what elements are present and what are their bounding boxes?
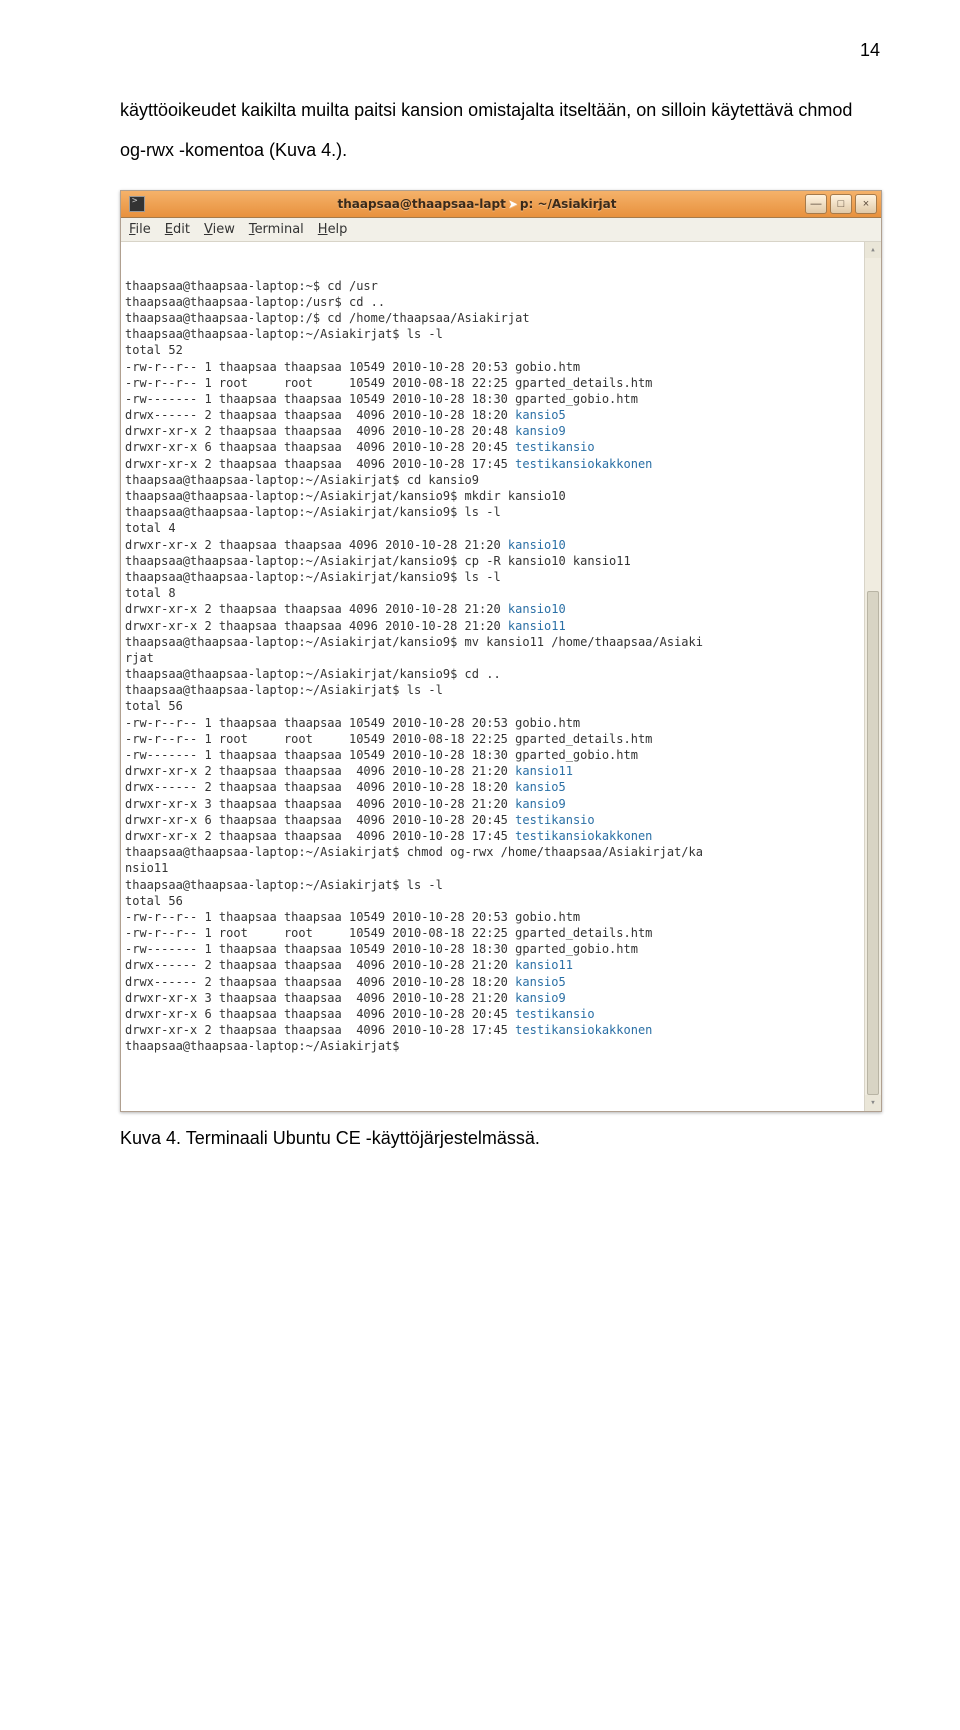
directory-name: kansio5 [515,975,566,989]
directory-name: kansio5 [515,408,566,422]
terminal-line: thaapsaa@thaapsaa-laptop:~/Asiakirjat$ [125,1038,859,1054]
window-titlebar[interactable]: thaapsaa@thaapsaa-lapt➤p: ~/Asiakirjat —… [121,191,881,218]
window-title: thaapsaa@thaapsaa-lapt➤p: ~/Asiakirjat [149,197,805,212]
terminal-line: -rw-r--r-- 1 root root 10549 2010-08-18 … [125,375,859,391]
terminal-line: -rw------- 1 thaapsaa thaapsaa 10549 201… [125,941,859,957]
terminal-line: -rw-r--r-- 1 thaapsaa thaapsaa 10549 201… [125,359,859,375]
terminal-line: total 56 [125,698,859,714]
body-paragraph: käyttöoikeudet kaikilta muilta paitsi ka… [120,91,880,170]
terminal-line: thaapsaa@thaapsaa-laptop:~/Asiakirjat$ c… [125,472,859,488]
terminal-window: thaapsaa@thaapsaa-lapt➤p: ~/Asiakirjat —… [120,190,882,1112]
terminal-line: -rw------- 1 thaapsaa thaapsaa 10549 201… [125,391,859,407]
menu-edit[interactable]: Edit [165,222,190,237]
terminal-line: thaapsaa@thaapsaa-laptop:~/Asiakirjat$ l… [125,682,859,698]
terminal-line: thaapsaa@thaapsaa-laptop:/usr$ cd .. [125,294,859,310]
window-title-suffix: p: ~/Asiakirjat [520,197,617,211]
scroll-track[interactable] [865,258,881,1095]
terminal-line: drwxr-xr-x 6 thaapsaa thaapsaa 4096 2010… [125,812,859,828]
terminal-line: drwxr-xr-x 2 thaapsaa thaapsaa 4096 2010… [125,763,859,779]
directory-name: kansio11 [508,619,566,633]
document-page: 14 käyttöoikeudet kaikilta muilta paitsi… [0,0,960,1209]
directory-name: kansio11 [515,764,573,778]
terminal-line: drwxr-xr-x 2 thaapsaa thaapsaa 4096 2010… [125,618,859,634]
terminal-line: -rw-r--r-- 1 root root 10549 2010-08-18 … [125,731,859,747]
terminal-line: drwxr-xr-x 2 thaapsaa thaapsaa 4096 2010… [125,423,859,439]
scroll-up-arrow[interactable]: ▴ [865,242,881,258]
terminal-line: drwxr-xr-x 6 thaapsaa thaapsaa 4096 2010… [125,439,859,455]
terminal-line: drwx------ 2 thaapsaa thaapsaa 4096 2010… [125,974,859,990]
menu-file[interactable]: File [129,222,151,237]
directory-name: kansio5 [515,780,566,794]
directory-name: testikansiokakkonen [515,829,652,843]
terminal-line: rjat [125,650,859,666]
terminal-line: thaapsaa@thaapsaa-laptop:~/Asiakirjat$ l… [125,326,859,342]
terminal-line: thaapsaa@thaapsaa-laptop:~/Asiakirjat/ka… [125,553,859,569]
directory-name: kansio9 [515,424,566,438]
terminal-line: thaapsaa@thaapsaa-laptop:~/Asiakirjat/ka… [125,666,859,682]
menu-help[interactable]: Help [318,222,348,237]
maximize-button[interactable]: □ [830,194,852,214]
menubar: File Edit View Terminal Help [121,218,881,242]
terminal-line: nsio11 [125,860,859,876]
terminal-line: -rw------- 1 thaapsaa thaapsaa 10549 201… [125,747,859,763]
terminal-line: thaapsaa@thaapsaa-laptop:~/Asiakirjat/ka… [125,504,859,520]
terminal-line: thaapsaa@thaapsaa-laptop:~$ cd /usr [125,278,859,294]
terminal-line: total 56 [125,893,859,909]
minimize-button[interactable]: — [805,194,827,214]
terminal-line: drwxr-xr-x 2 thaapsaa thaapsaa 4096 2010… [125,537,859,553]
directory-name: kansio11 [515,958,573,972]
terminal-line: drwxr-xr-x 2 thaapsaa thaapsaa 4096 2010… [125,828,859,844]
terminal-line: thaapsaa@thaapsaa-laptop:~/Asiakirjat/ka… [125,488,859,504]
scroll-thumb[interactable] [867,591,879,1095]
cursor-icon: ➤ [508,197,518,211]
directory-name: kansio9 [515,991,566,1005]
terminal-line: -rw-r--r-- 1 root root 10549 2010-08-18 … [125,925,859,941]
terminal-line: total 52 [125,342,859,358]
directory-name: testikansio [515,1007,594,1021]
terminal-line: drwx------ 2 thaapsaa thaapsaa 4096 2010… [125,957,859,973]
menu-terminal[interactable]: Terminal [249,222,304,237]
terminal-icon [129,196,145,212]
terminal-line: thaapsaa@thaapsaa-laptop:~/Asiakirjat/ka… [125,569,859,585]
terminal-line: total 4 [125,520,859,536]
directory-name: testikansio [515,440,594,454]
scrollbar[interactable]: ▴ ▾ [864,242,881,1111]
directory-name: testikansiokakkonen [515,1023,652,1037]
terminal-line: drwxr-xr-x 3 thaapsaa thaapsaa 4096 2010… [125,990,859,1006]
scroll-down-arrow[interactable]: ▾ [865,1095,881,1111]
terminal-line: thaapsaa@thaapsaa-laptop:~/Asiakirjat$ c… [125,844,859,860]
terminal-line: thaapsaa@thaapsaa-laptop:~/Asiakirjat$ l… [125,877,859,893]
directory-name: kansio9 [515,797,566,811]
directory-name: kansio10 [508,602,566,616]
terminal-line: drwx------ 2 thaapsaa thaapsaa 4096 2010… [125,779,859,795]
terminal-line: total 8 [125,585,859,601]
directory-name: kansio10 [508,538,566,552]
figure-caption: Kuva 4. Terminaali Ubuntu CE -käyttöjärj… [120,1128,880,1149]
window-app-icon [125,196,149,212]
close-button[interactable]: × [855,194,877,214]
terminal-line: drwx------ 2 thaapsaa thaapsaa 4096 2010… [125,407,859,423]
terminal-line: thaapsaa@thaapsaa-laptop:/$ cd /home/tha… [125,310,859,326]
page-number: 14 [120,40,880,61]
terminal-line: drwxr-xr-x 2 thaapsaa thaapsaa 4096 2010… [125,1022,859,1038]
terminal-line: -rw-r--r-- 1 thaapsaa thaapsaa 10549 201… [125,715,859,731]
window-title-prefix: thaapsaa@thaapsaa-lapt [338,197,506,211]
directory-name: testikansio [515,813,594,827]
terminal-line: -rw-r--r-- 1 thaapsaa thaapsaa 10549 201… [125,909,859,925]
terminal-line: drwxr-xr-x 2 thaapsaa thaapsaa 4096 2010… [125,601,859,617]
directory-name: testikansiokakkonen [515,457,652,471]
terminal-line: drwxr-xr-x 3 thaapsaa thaapsaa 4096 2010… [125,796,859,812]
terminal-line: drwxr-xr-x 2 thaapsaa thaapsaa 4096 2010… [125,456,859,472]
terminal-body[interactable]: thaapsaa@thaapsaa-laptop:~$ cd /usrthaap… [121,242,881,1111]
terminal-line: drwxr-xr-x 6 thaapsaa thaapsaa 4096 2010… [125,1006,859,1022]
menu-view[interactable]: View [204,222,235,237]
terminal-line: thaapsaa@thaapsaa-laptop:~/Asiakirjat/ka… [125,634,859,650]
